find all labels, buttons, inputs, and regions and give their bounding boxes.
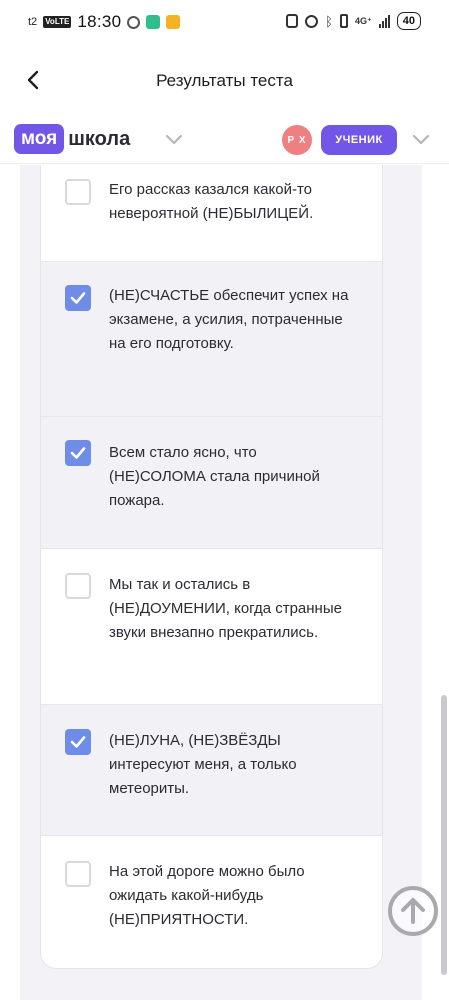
option-text: (НЕ)ЛУНА, (НЕ)ЗВЁЗДЫ интересуют меня, а … (109, 732, 297, 797)
option-text: Его рассказ казался какой-то невероятной… (109, 181, 314, 222)
network-type: 4G⁺ (354, 15, 372, 26)
app-notification-icon (146, 15, 161, 29)
bluetooth-icon: ᛒ (325, 13, 333, 29)
volte-badge: VoLTE (43, 16, 72, 28)
avatar[interactable]: Р Х (282, 125, 312, 155)
scroll-to-top-button[interactable] (388, 886, 438, 936)
status-bar-left: t2 VoLTE 18:30 (28, 12, 181, 32)
option-text: Всем стало ясно, что (НЕ)СОЛОМА стала пр… (109, 444, 320, 509)
app-header: Результаты теста (0, 56, 449, 106)
checkbox-unchecked[interactable] (65, 179, 91, 205)
answer-option[interactable]: Мы так и остались в (НЕ)ДОУМЕНИИ, когда … (41, 549, 382, 705)
signal-icon (378, 14, 390, 28)
option-text: (НЕ)СЧАСТЬЕ обеспечит успех на экзамене,… (109, 287, 349, 352)
app-notification-icon-2 (166, 15, 181, 29)
checkbox-unchecked[interactable] (65, 861, 91, 887)
checkmark-icon (70, 447, 86, 459)
answer-option[interactable]: На этой дороге можно было ожидать какой-… (41, 836, 382, 968)
checkbox-checked[interactable] (65, 440, 91, 466)
chevron-down-icon[interactable] (163, 128, 185, 150)
checkbox-checked[interactable] (65, 729, 91, 755)
alarm-icon (305, 14, 319, 28)
checkmark-icon (70, 736, 86, 748)
status-bar-right: ᛒ 4G⁺ 40 (286, 12, 421, 30)
option-text: На этой дороге можно было ожидать какой-… (109, 863, 305, 928)
carrier-label: t2 (28, 16, 38, 28)
status-time: 18:30 (77, 12, 122, 31)
vibrate-icon (339, 14, 348, 28)
logo-part-shkola: школа (68, 128, 131, 150)
battery-indicator: 40 (396, 12, 421, 30)
answer-option[interactable]: (НЕ)СЧАСТЬЕ обеспечит успех на экзамене,… (41, 262, 382, 417)
chevron-down-icon[interactable] (410, 128, 432, 150)
brand-bar: моя школа Р Х УЧЕНИК (0, 118, 449, 164)
nfc-icon (286, 14, 299, 28)
checkbox-unchecked[interactable] (65, 573, 91, 599)
checkbox-checked[interactable] (65, 285, 91, 311)
answer-options-card: Его рассказ казался какой-то невероятной… (40, 165, 383, 969)
logo-part-moya: моя (14, 124, 65, 154)
option-text: Мы так и остались в (НЕ)ДОУМЕНИИ, когда … (109, 576, 342, 641)
role-badge[interactable]: УЧЕНИК (321, 125, 397, 155)
scrollbar[interactable] (441, 695, 447, 975)
checkmark-icon (70, 292, 86, 304)
status-bar: t2 VoLTE 18:30 ᛒ 4G⁺ 40 (0, 0, 449, 46)
answer-option[interactable]: (НЕ)ЛУНА, (НЕ)ЗВЁЗДЫ интересуют меня, а … (41, 705, 382, 836)
arrow-up-icon (401, 898, 425, 924)
answer-option[interactable]: Его рассказ казался какой-то невероятной… (41, 165, 382, 262)
app-logo[interactable]: моя школа (14, 124, 130, 154)
answer-option[interactable]: Всем стало ясно, что (НЕ)СОЛОМА стала пр… (41, 417, 382, 549)
settings-notification-icon (127, 15, 141, 29)
page-title: Результаты теста (156, 71, 293, 90)
